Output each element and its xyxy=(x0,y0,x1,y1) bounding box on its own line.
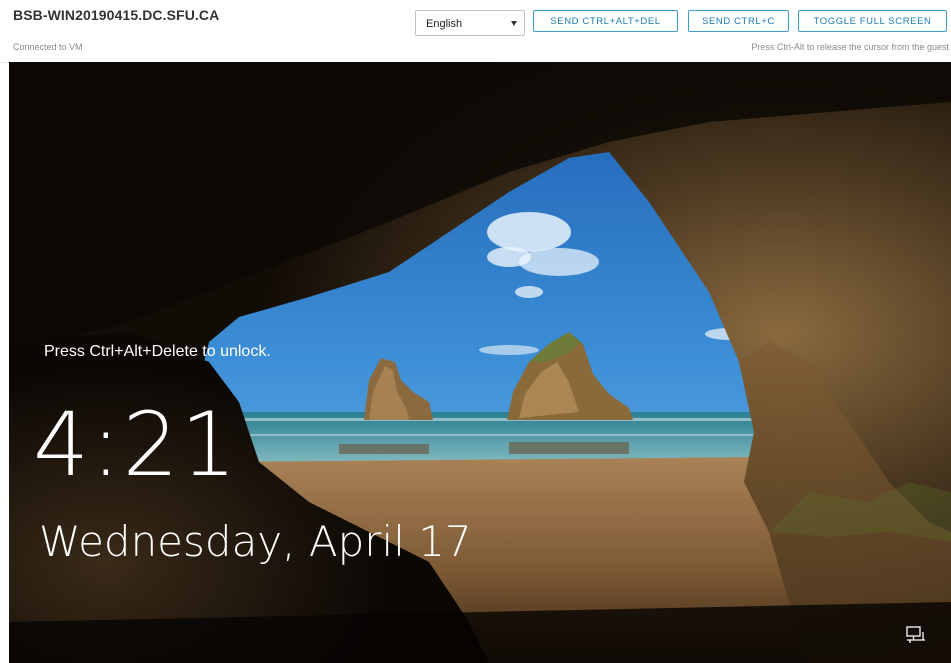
lockscreen-wallpaper xyxy=(9,62,951,663)
chevron-down-icon xyxy=(511,21,517,26)
vm-screen[interactable]: Press Ctrl+Alt+Delete to unlock. 4:21 We… xyxy=(9,62,951,663)
toggle-full-screen-button[interactable]: TOGGLE FULL SCREEN xyxy=(798,10,947,32)
send-ctrl-c-button[interactable]: SEND CTRL+C xyxy=(688,10,789,32)
connection-status: Connected to VM xyxy=(13,42,83,52)
console-toolbar: BSB-WIN20190415.DC.SFU.CA Connected to V… xyxy=(0,0,951,63)
vm-name: BSB-WIN20190415.DC.SFU.CA xyxy=(13,7,220,23)
release-cursor-hint: Press Ctrl-Alt to release the cursor fro… xyxy=(751,42,949,52)
network-icon[interactable] xyxy=(904,624,928,648)
unlock-hint: Press Ctrl+Alt+Delete to unlock. xyxy=(44,343,271,360)
lockscreen-time: 4:21 xyxy=(33,393,239,496)
language-select[interactable]: English xyxy=(415,10,525,36)
lockscreen-date: Wednesday, April 17 xyxy=(39,517,472,566)
language-select-value: English xyxy=(426,18,463,30)
send-ctrl-alt-del-button[interactable]: SEND CTRL+ALT+DEL xyxy=(533,10,678,32)
